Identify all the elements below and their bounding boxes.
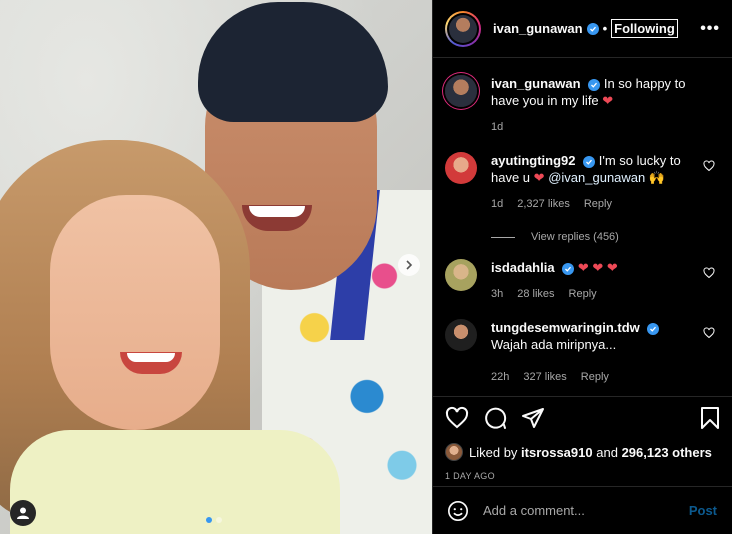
comment-time[interactable]: 1d bbox=[491, 119, 503, 136]
comment-body: isdadahlia ❤ ❤ ❤ 3h 28 likes Reply bbox=[491, 259, 717, 303]
comment-username[interactable]: ayutingting92 bbox=[491, 153, 576, 168]
comment-time[interactable]: 3h bbox=[491, 286, 503, 303]
photo-woman-face bbox=[50, 195, 220, 430]
like-comment-heart-icon[interactable] bbox=[703, 267, 715, 279]
comment-body: ivan_gunawan In so happy to have you in … bbox=[491, 75, 717, 136]
carousel-indicator bbox=[206, 517, 222, 523]
author-avatar[interactable] bbox=[445, 10, 481, 47]
comment-bubble-icon[interactable] bbox=[483, 406, 507, 430]
comment-username[interactable]: ivan_gunawan bbox=[491, 76, 581, 91]
comment-text: Wajah ada miripnya... bbox=[491, 337, 617, 352]
view-replies-button[interactable]: View replies (456) bbox=[491, 231, 717, 243]
heart-emoji: ❤ ❤ ❤ bbox=[577, 260, 618, 275]
reply-button[interactable]: Reply bbox=[584, 196, 612, 213]
action-bar bbox=[445, 405, 721, 431]
heart-emoji: ❤ bbox=[602, 93, 614, 108]
comment-time[interactable]: 1d bbox=[491, 196, 503, 213]
post-photo[interactable] bbox=[0, 0, 432, 534]
heart-emoji: ❤ bbox=[533, 170, 545, 185]
next-photo-button[interactable] bbox=[398, 254, 420, 276]
verified-badge-icon bbox=[586, 22, 599, 35]
reply-button[interactable]: Reply bbox=[569, 286, 597, 303]
post-actions: Liked by itsrossa910 and 296,123 others … bbox=[433, 396, 732, 481]
comment-item: ayutingting92 I'm so lucky to have u ❤ @… bbox=[445, 152, 717, 213]
likes-count[interactable]: 296,123 others bbox=[622, 445, 712, 460]
avatar[interactable] bbox=[445, 152, 477, 184]
comment-input[interactable]: Add a comment... bbox=[483, 503, 689, 518]
share-paper-plane-icon[interactable] bbox=[521, 406, 545, 430]
avatar[interactable] bbox=[445, 75, 477, 107]
carousel-dot bbox=[216, 517, 222, 523]
comment-body: tungdesemwaringin.tdw Wajah ada miripnya… bbox=[491, 319, 717, 386]
comment-meta: 1d bbox=[491, 119, 689, 136]
verified-badge-icon bbox=[583, 156, 596, 168]
comment-meta: 1d 2,327 likes Reply bbox=[491, 196, 689, 213]
view-replies-label: View replies (456) bbox=[531, 231, 619, 243]
comment-item: tungdesemwaringin.tdw Wajah ada miripnya… bbox=[445, 319, 717, 386]
like-heart-icon[interactable] bbox=[445, 406, 469, 430]
post-time-ago[interactable]: 1 DAY AGO bbox=[445, 471, 721, 481]
like-comment-heart-icon[interactable] bbox=[703, 327, 715, 339]
more-options-icon[interactable]: ••• bbox=[700, 20, 720, 38]
carousel-dot-active bbox=[206, 517, 212, 523]
post-comment-button[interactable]: Post bbox=[689, 503, 717, 518]
comment-meta: 22h 327 likes Reply bbox=[491, 369, 689, 386]
like-comment-heart-icon[interactable] bbox=[703, 160, 715, 172]
liker-avatar[interactable] bbox=[445, 443, 463, 461]
add-comment-bar: Add a comment... Post bbox=[433, 486, 732, 534]
comment-time[interactable]: 22h bbox=[491, 369, 509, 386]
verified-badge-icon bbox=[588, 79, 601, 91]
verified-badge-icon bbox=[647, 323, 660, 335]
liked-by-and: and bbox=[596, 444, 618, 460]
comment-username[interactable]: tungdesemwaringin.tdw bbox=[491, 320, 640, 335]
comment-body: ayutingting92 I'm so lucky to have u ❤ @… bbox=[491, 152, 717, 213]
replies-divider bbox=[491, 236, 515, 238]
chevron-right-icon bbox=[406, 260, 413, 270]
avatar[interactable] bbox=[445, 259, 477, 291]
tagged-users-button[interactable] bbox=[10, 500, 36, 526]
post-header: ivan_gunawan • Following ••• bbox=[433, 0, 732, 58]
comment-likes[interactable]: 327 likes bbox=[523, 369, 566, 386]
photo-man-teeth bbox=[249, 206, 305, 217]
post-side-panel: ivan_gunawan • Following ••• ivan_gunawa… bbox=[432, 0, 732, 534]
save-bookmark-icon[interactable] bbox=[699, 406, 721, 430]
following-button[interactable]: Following bbox=[611, 19, 678, 38]
comment-item: isdadahlia ❤ ❤ ❤ 3h 28 likes Reply bbox=[445, 259, 717, 303]
raised-hands-emoji: 🙌 bbox=[648, 170, 666, 185]
caption: ivan_gunawan In so happy to have you in … bbox=[445, 75, 717, 136]
reply-button[interactable]: Reply bbox=[581, 369, 609, 386]
separator-dot: • bbox=[602, 21, 608, 36]
photo-woman-top bbox=[10, 430, 340, 534]
comments-list: ivan_gunawan In so happy to have you in … bbox=[433, 59, 732, 396]
comment-likes[interactable]: 28 likes bbox=[517, 286, 554, 303]
likes-summary[interactable]: Liked by itsrossa910 and 296,123 others bbox=[445, 443, 721, 461]
liked-by-prefix: Liked by bbox=[469, 444, 518, 460]
comment-likes[interactable]: 2,327 likes bbox=[517, 196, 570, 213]
author-username[interactable]: ivan_gunawan bbox=[493, 21, 583, 36]
comment-username[interactable]: isdadahlia bbox=[491, 260, 555, 275]
liker-username[interactable]: itsrossa910 bbox=[521, 445, 593, 460]
emoji-icon[interactable] bbox=[447, 500, 469, 522]
photo-woman-teeth bbox=[127, 353, 175, 362]
comment-meta: 3h 28 likes Reply bbox=[491, 286, 689, 303]
user-icon bbox=[17, 507, 29, 519]
avatar[interactable] bbox=[445, 319, 477, 351]
verified-badge-icon bbox=[562, 263, 575, 275]
mention-link[interactable]: @ivan_gunawan bbox=[548, 170, 645, 185]
